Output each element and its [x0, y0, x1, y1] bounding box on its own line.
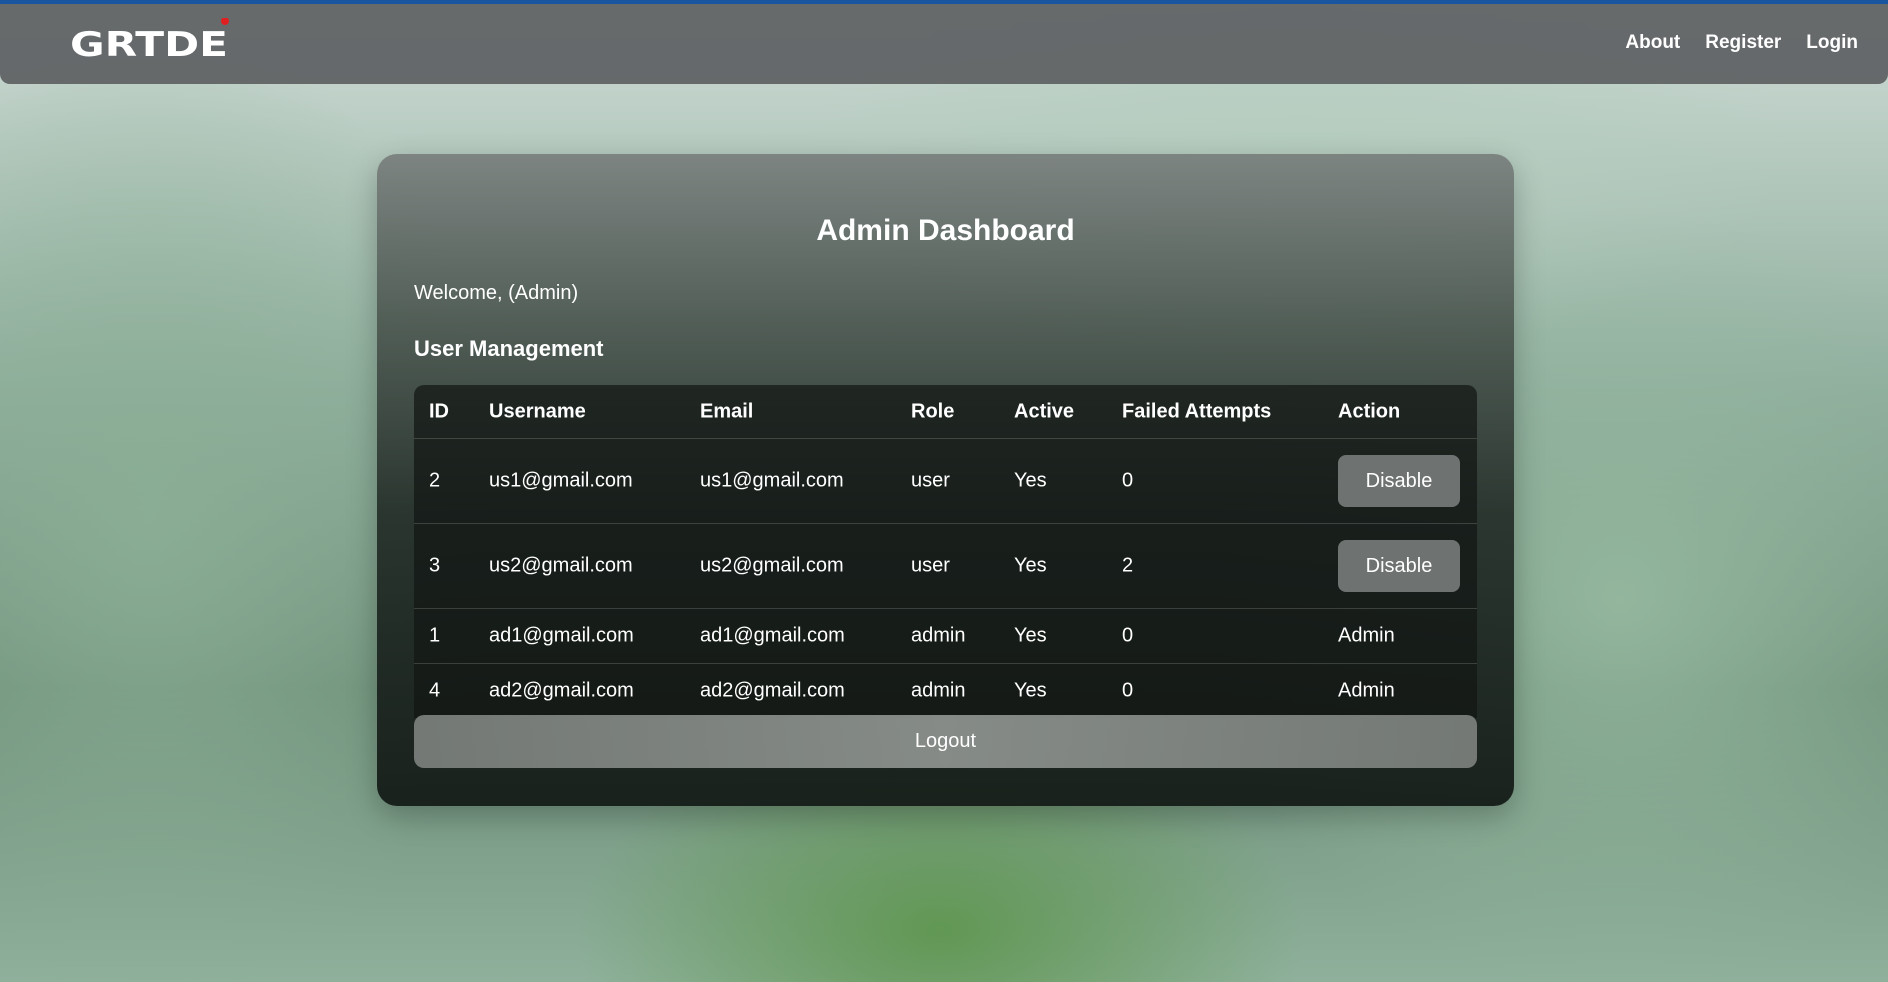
page-title: Admin Dashboard [816, 214, 1075, 247]
table-row: 1 ad1@gmail.com ad1@gmail.com admin Yes … [414, 609, 1477, 664]
logo-dot-icon [221, 18, 229, 25]
header-active: Active [1014, 400, 1075, 422]
nav-link-login[interactable]: Login [1806, 32, 1858, 54]
table-header-row: ID Username Email Role Active Failed Att… [414, 385, 1477, 439]
disable-button[interactable]: Disable [1338, 455, 1460, 507]
logo-text: GRTDE [70, 25, 228, 62]
disable-button[interactable]: Disable [1338, 540, 1460, 592]
cell-id: 2 [429, 469, 441, 492]
cell-role: admin [911, 679, 966, 702]
cell-failed-attempts: 0 [1122, 469, 1134, 492]
header-action: Action [1338, 400, 1401, 422]
navbar: GRTDE About Register Login [0, 4, 1888, 84]
header-email: Email [700, 400, 754, 422]
cell-action-admin: Admin [1338, 624, 1395, 647]
cell-username: us1@gmail.com [489, 469, 633, 492]
cell-email: us2@gmail.com [700, 554, 844, 577]
header-role: Role [911, 400, 955, 422]
cell-failed-attempts: 2 [1122, 554, 1134, 577]
header-id: ID [429, 400, 449, 422]
nav-link-about[interactable]: About [1625, 32, 1680, 54]
header-username: Username [489, 400, 586, 422]
nav-link-register[interactable]: Register [1705, 32, 1781, 54]
welcome-text: Welcome, (Admin) [414, 282, 579, 304]
dashboard-card: Admin Dashboard Welcome, (Admin) User Ma… [377, 154, 1514, 806]
cell-id: 1 [429, 624, 441, 647]
cell-id: 4 [429, 679, 441, 702]
logout-button[interactable]: Logout [414, 715, 1477, 768]
cell-active: Yes [1014, 624, 1047, 647]
cell-role: admin [911, 624, 966, 647]
cell-role: user [911, 469, 950, 492]
table-row: 2 us1@gmail.com us1@gmail.com user Yes 0… [414, 439, 1477, 524]
cell-email: ad2@gmail.com [700, 679, 845, 702]
cell-email: us1@gmail.com [700, 469, 844, 492]
cell-failed-attempts: 0 [1122, 624, 1134, 647]
table-row: 4 ad2@gmail.com ad2@gmail.com admin Yes … [414, 664, 1477, 718]
cell-active: Yes [1014, 554, 1047, 577]
header-failed-attempts: Failed Attempts [1122, 400, 1272, 422]
cell-username: us2@gmail.com [489, 554, 633, 577]
cell-username: ad2@gmail.com [489, 679, 634, 702]
cell-username: ad1@gmail.com [489, 624, 634, 647]
cell-email: ad1@gmail.com [700, 624, 845, 647]
cell-id: 3 [429, 554, 441, 577]
logo[interactable]: GRTDE [70, 18, 232, 62]
cell-active: Yes [1014, 469, 1047, 492]
cell-failed-attempts: 0 [1122, 679, 1134, 702]
cell-active: Yes [1014, 679, 1047, 702]
users-table: ID Username Email Role Active Failed Att… [414, 385, 1477, 718]
cell-action-admin: Admin [1338, 679, 1395, 702]
nav-links: About Register Login [1625, 32, 1858, 54]
section-title: User Management [414, 336, 604, 361]
cell-role: user [911, 554, 950, 577]
table-row: 3 us2@gmail.com us2@gmail.com user Yes 2… [414, 524, 1477, 609]
